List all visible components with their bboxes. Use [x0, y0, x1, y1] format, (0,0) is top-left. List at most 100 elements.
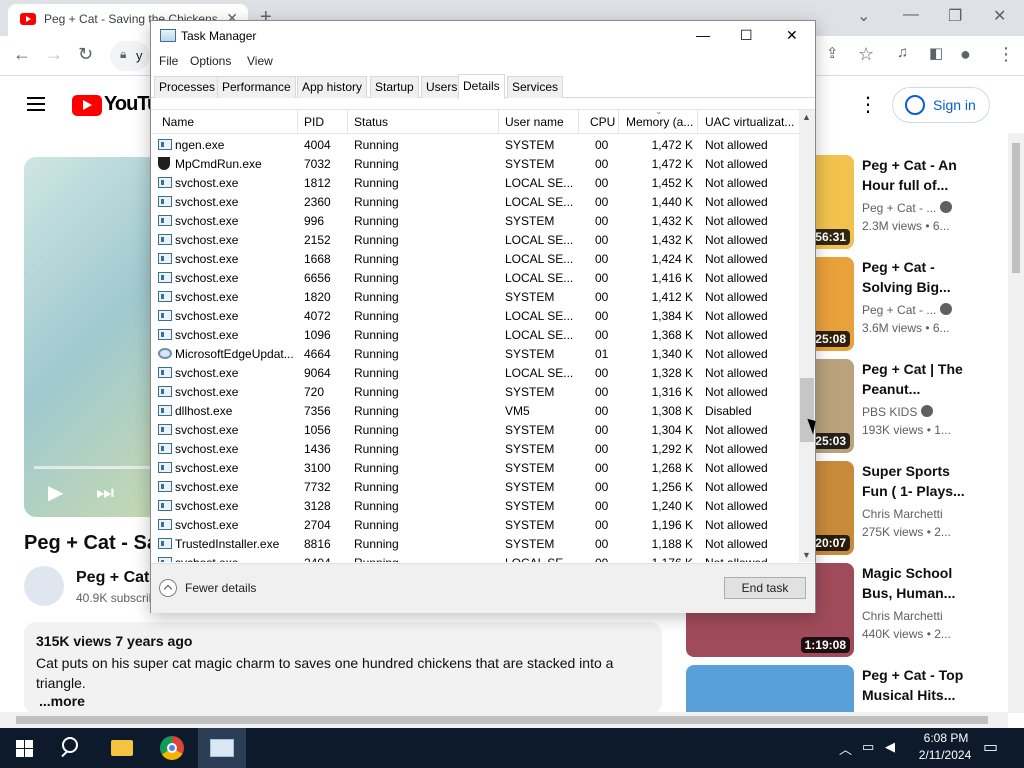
table-row[interactable]: svchost.exe 3100 Running SYSTEM 00 1,268 K Not…	[151, 458, 799, 477]
scrollbar-thumb[interactable]	[16, 716, 988, 724]
recommended-channel-name[interactable]: Chris Marchetti	[862, 507, 943, 521]
minimize-icon[interactable]: —	[696, 27, 710, 43]
tab-details[interactable]: Details	[458, 74, 505, 99]
table-row[interactable]: svchost.exe 2704 Running SYSTEM 00 1,196 K Not…	[151, 515, 799, 534]
end-task-button[interactable]: End task	[724, 577, 806, 599]
clock-date[interactable]: 2/11/2024	[910, 748, 980, 762]
recommended-title[interactable]: Peg + Cat - Top Musical Hits...	[862, 665, 972, 705]
table-scrollbar[interactable]: ▲ ▼	[799, 110, 815, 562]
table-row[interactable]: svchost.exe 1056 Running SYSTEM 00 1,304 K Not…	[151, 420, 799, 439]
table-row[interactable]: svchost.exe 720 Running SYSTEM 00 1,316 K Not …	[151, 382, 799, 401]
column-memory[interactable]: Memory (a...	[626, 115, 693, 129]
address-bar[interactable]: 🔒︎ y	[110, 41, 150, 71]
fewer-details-link[interactable]: Fewer details	[185, 581, 256, 595]
more-options-icon[interactable]: ⋮	[858, 92, 878, 117]
restore-icon[interactable]: ❐	[948, 6, 962, 26]
bookmark-star-icon[interactable]: ☆	[858, 44, 874, 65]
share-icon[interactable]: ⇪	[826, 44, 839, 62]
column-cpu[interactable]: CPU	[590, 115, 615, 129]
maximize-icon[interactable]: ☐	[740, 27, 753, 44]
column-status[interactable]: Status	[354, 115, 388, 129]
tab-processes[interactable]: Processes	[154, 76, 221, 98]
title-bar[interactable]: Task Manager — ☐ ✕	[151, 21, 815, 51]
media-control-icon[interactable]: ♫	[897, 44, 908, 61]
recommended-title[interactable]: Peg + Cat - An Hour full of...	[862, 155, 972, 195]
recommended-title[interactable]: Magic School Bus, Human...	[862, 563, 972, 603]
table-row[interactable]: svchost.exe 7732 Running SYSTEM 00 1,256 K Not…	[151, 477, 799, 496]
side-panel-icon[interactable]: ◧	[929, 44, 943, 62]
column-uac-virtualization[interactable]: UAC virtualizat...	[705, 115, 794, 129]
clock-time[interactable]: 6:08 PM	[916, 731, 976, 745]
progress-bar[interactable]	[34, 466, 164, 469]
recommended-channel-name[interactable]: PBS KIDS	[862, 405, 917, 419]
page-horizontal-scrollbar[interactable]	[0, 712, 1008, 728]
menu-view[interactable]: View	[247, 54, 273, 68]
channel-name[interactable]: Peg + Cat	[76, 569, 149, 587]
tab-users[interactable]: Users	[421, 76, 463, 98]
table-row[interactable]: svchost.exe 1820 Running SYSTEM 00 1,412 K Not…	[151, 287, 799, 306]
scroll-down-icon[interactable]: ▼	[802, 550, 811, 560]
tab-performance[interactable]: Performance	[217, 76, 296, 98]
recommended-title[interactable]: Peg + Cat - Solving Big...	[862, 257, 972, 297]
column-user-name[interactable]: User name	[505, 115, 564, 129]
chrome-icon[interactable]	[148, 728, 196, 768]
table-row[interactable]: svchost.exe 1668 Running LOCAL SE... 00 1,424…	[151, 249, 799, 268]
table-row[interactable]: ngen.exe 4004 Running SYSTEM 00 1,472 K Not al…	[151, 135, 799, 154]
task-manager-taskbar-icon[interactable]	[198, 728, 246, 768]
search-icon[interactable]	[48, 728, 96, 768]
table-row[interactable]: MicrosoftEdgeUpdat... 4664 Running SYSTEM 01…	[151, 344, 799, 363]
table-row[interactable]: svchost.exe 1436 Running SYSTEM 00 1,292 K Not…	[151, 439, 799, 458]
tab-search-icon[interactable]: ⌄	[857, 6, 870, 26]
table-row[interactable]: svchost.exe 9064 Running LOCAL SE... 00 1,328…	[151, 363, 799, 382]
close-icon[interactable]: ✕	[786, 27, 798, 44]
show-more-link[interactable]: ...more	[39, 693, 85, 709]
recommended-title[interactable]: Peg + Cat | The Peanut...	[862, 359, 972, 399]
play-icon[interactable]: ▶	[48, 480, 63, 505]
youtube-logo-icon[interactable]	[72, 95, 102, 116]
forward-icon[interactable]: →	[45, 44, 63, 65]
tab-startup[interactable]: Startup	[370, 76, 419, 98]
reload-icon[interactable]: ↻	[78, 44, 93, 65]
table-row[interactable]: dllhost.exe 7356 Running VM5 00 1,308 K Disabl…	[151, 401, 799, 420]
tab-app-history[interactable]: App history	[297, 76, 368, 98]
sign-in-button[interactable]: Sign in	[892, 87, 990, 123]
collapse-chevron-icon[interactable]	[159, 579, 177, 597]
table-row[interactable]: svchost.exe 2152 Running LOCAL SE... 00 1,432…	[151, 230, 799, 249]
notifications-icon[interactable]: ▭	[983, 737, 998, 757]
table-row[interactable]: svchost.exe 1812 Running LOCAL SE... 00 1,452…	[151, 173, 799, 192]
chrome-menu-icon[interactable]: ⋮	[997, 44, 1015, 65]
video-description[interactable]: 315K views 7 years ago Cat puts on his s…	[24, 622, 662, 714]
column-name[interactable]: Name	[162, 115, 194, 129]
profile-icon[interactable]: ●	[960, 44, 971, 65]
volume-muted-icon[interactable]: ◀	[885, 739, 895, 755]
table-row[interactable]: svchost.exe 996 Running SYSTEM 00 1,432 K Not …	[151, 211, 799, 230]
page-vertical-scrollbar[interactable]	[1008, 133, 1024, 713]
recommended-title[interactable]: Super Sports Fun ( 1- Plays...	[862, 461, 972, 501]
channel-avatar[interactable]	[24, 566, 64, 606]
hamburger-menu-icon[interactable]	[27, 97, 45, 111]
show-hidden-icons-icon[interactable]: ︿	[839, 739, 852, 758]
table-row[interactable]: svchost.exe 1096 Running LOCAL SE... 00 1,368…	[151, 325, 799, 344]
next-icon[interactable]: ⏭	[96, 482, 114, 505]
minimize-icon[interactable]: —	[903, 6, 919, 24]
table-row[interactable]: svchost.exe 2404 Running LOCAL SE... 00 1,176…	[151, 553, 799, 562]
start-button[interactable]	[0, 728, 48, 768]
back-icon[interactable]: ←	[13, 44, 31, 65]
task-manager-window[interactable]: Task Manager — ☐ ✕ File Options View Pro…	[150, 20, 816, 613]
table-row[interactable]: svchost.exe 4072 Running LOCAL SE... 00 1,384…	[151, 306, 799, 325]
video-player[interactable]: ▶ ⏭	[24, 157, 164, 517]
close-window-icon[interactable]: ✕	[993, 6, 1006, 26]
table-row[interactable]: svchost.exe 3128 Running SYSTEM 00 1,240 K Not…	[151, 496, 799, 515]
scrollbar-thumb[interactable]	[1012, 143, 1020, 273]
file-explorer-icon[interactable]	[98, 728, 146, 768]
menu-options[interactable]: Options	[190, 54, 231, 68]
network-icon[interactable]: ▭	[862, 739, 874, 755]
menu-file[interactable]: File	[159, 54, 178, 68]
table-row[interactable]: MpCmdRun.exe 7032 Running SYSTEM 00 1,472 K No…	[151, 154, 799, 173]
recommended-channel-name[interactable]: Peg + Cat - ...	[862, 201, 936, 215]
column-pid[interactable]: PID	[304, 115, 324, 129]
recommended-channel-name[interactable]: Chris Marchetti	[862, 609, 943, 623]
table-row[interactable]: svchost.exe 6656 Running LOCAL SE... 00 1,416…	[151, 268, 799, 287]
table-row[interactable]: svchost.exe 2360 Running LOCAL SE... 00 1,440…	[151, 192, 799, 211]
tab-services[interactable]: Services	[507, 76, 564, 98]
